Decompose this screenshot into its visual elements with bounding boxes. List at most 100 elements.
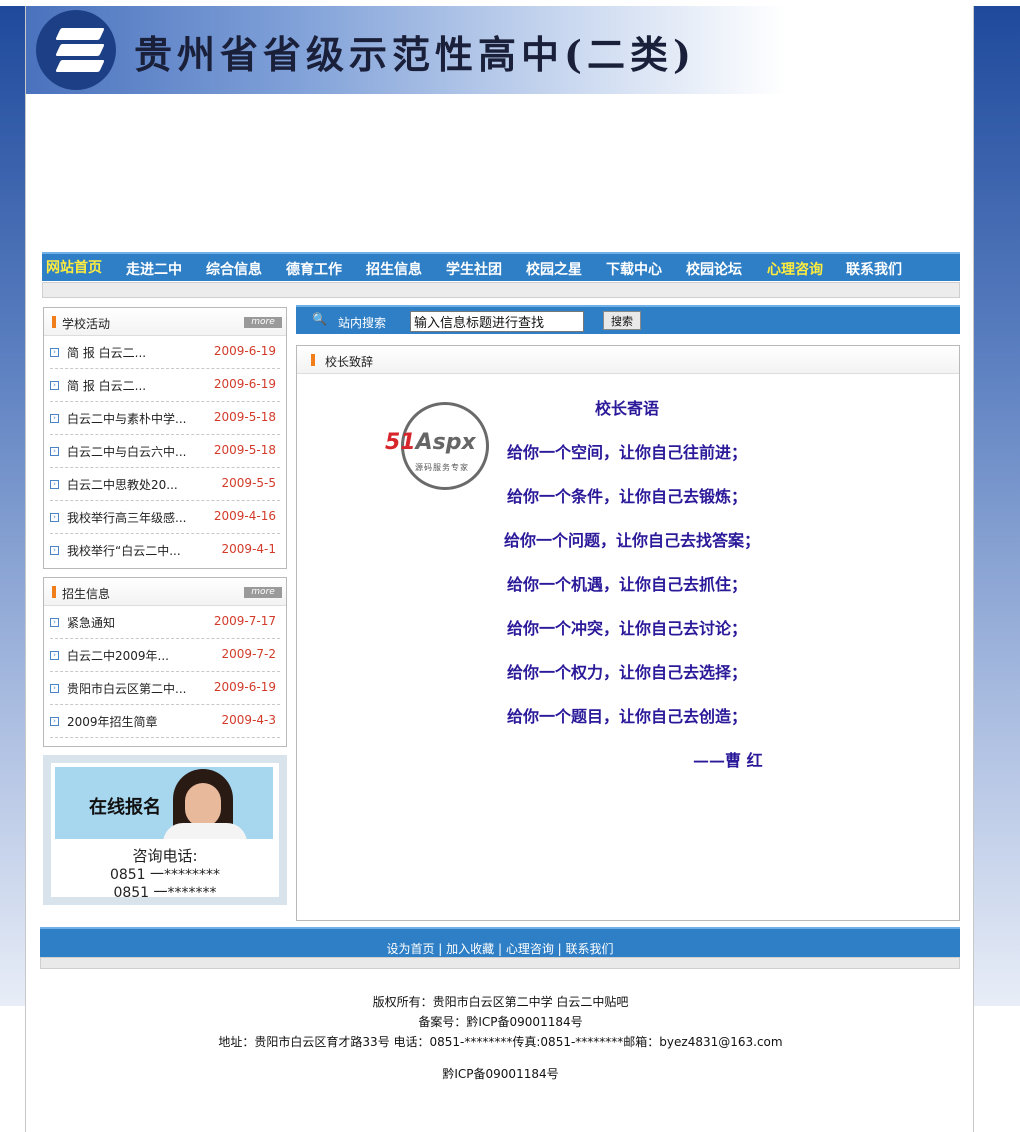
list-item-title[interactable]: 我校举行“白云二中... <box>67 542 181 559</box>
header-mark-icon <box>311 354 315 366</box>
bullet-icon: › <box>50 447 59 456</box>
bullet-icon: › <box>50 513 59 522</box>
list-item[interactable]: › 贵阳市白云区第二中... 2009-6-19 <box>50 672 280 705</box>
verse-line: 给你一个机遇，让你自己去抓住； <box>507 575 748 594</box>
page-container: 贵州省省级示范性高中(二类) 网站首页 走进二中 综合信息 德育工作 招生信息 … <box>25 6 974 1132</box>
list-item[interactable]: › 简 报 白云二... 2009-6-19 <box>50 369 280 402</box>
principal-box-header: 校长致辞 <box>297 346 959 374</box>
principal-box-title: 校长致辞 <box>325 355 374 369</box>
verse-line: 给你一个空间，让你自己往前进； <box>507 443 748 462</box>
nav-item-moral-education[interactable]: 德育工作 <box>286 259 342 279</box>
site-search-bar: 🔍 站内搜索 搜索 <box>296 305 960 334</box>
main-nav: 网站首页 走进二中 综合信息 德育工作 招生信息 学生社团 校园之星 下载中心 … <box>42 252 960 281</box>
list-item-title[interactable]: 2009年招生简章 <box>67 713 158 730</box>
operator-shirt <box>163 823 247 839</box>
list-item[interactable]: › 白云二中与素朴中学... 2009-5-18 <box>50 402 280 435</box>
header-mark-icon <box>52 316 56 328</box>
watermark-subtitle: 源码服务专家 <box>415 463 469 472</box>
bullet-icon: › <box>50 684 59 693</box>
list-item-date: 2009-5-18 <box>213 443 276 457</box>
search-icon: 🔍 <box>312 312 327 326</box>
list-item[interactable]: › 我校举行“白云二中... 2009-4-1 <box>50 534 280 567</box>
list-item[interactable]: › 紧急通知 2009-7-17 <box>50 606 280 639</box>
site-title: 贵州省省级示范性高中(二类) <box>134 32 696 77</box>
admissions-box: 招生信息 more › 紧急通知 2009-7-17 › 白云二中2009年... 20… <box>43 577 287 747</box>
watermark-logo: 51Aspx 源码服务专家 <box>385 400 505 492</box>
phone-2: 0851 一******* <box>113 885 217 901</box>
list-item[interactable]: › 白云二中思教处20... 2009-5-5 <box>50 468 280 501</box>
activities-header: 学校活动 more <box>44 308 286 336</box>
signup-inner: 在线报名 咨询电话: 0851 一******** 0851 一******* <box>51 763 279 901</box>
activities-more-button[interactable]: more <box>244 317 282 328</box>
footer-links[interactable]: 设为首页 | 加入收藏 | 心理咨询 | 联系我们 <box>40 940 960 957</box>
list-item-date: 2009-5-5 <box>221 476 276 490</box>
signup-label: 在线报名 <box>89 797 161 818</box>
principal-heading: 校长寄语 <box>595 399 660 418</box>
nav-item-admissions[interactable]: 招生信息 <box>366 259 422 279</box>
footer-bar: 设为首页 | 加入收藏 | 心理咨询 | 联系我们 <box>40 927 960 957</box>
nav-item-campus-stars[interactable]: 校园之星 <box>526 259 582 279</box>
list-item-title[interactable]: 紧急通知 <box>67 614 115 631</box>
list-item-date: 2009-4-1 <box>221 542 276 556</box>
list-item-title[interactable]: 简 报 白云二... <box>67 344 146 361</box>
header-banner: 贵州省省级示范性高中(二类) <box>26 6 786 94</box>
principal-message-box: 校长致辞 51Aspx 源码服务专家 校长寄语 给你一个空间，让你自己往前进； … <box>296 345 960 921</box>
list-item[interactable]: › 简 报 白云二... 2009-6-19 <box>50 336 280 369</box>
list-item-title[interactable]: 白云二中2009年... <box>67 647 169 664</box>
verse-line: 给你一个问题，让你自己去找答案； <box>504 531 761 550</box>
list-item[interactable]: › 白云二中2009年... 2009-7-2 <box>50 639 280 672</box>
signup-banner-image[interactable]: 在线报名 <box>55 767 273 839</box>
nav-item-about[interactable]: 走进二中 <box>126 259 182 279</box>
bullet-icon: › <box>50 717 59 726</box>
footer-icp-2[interactable]: 黔ICP备09001184号 <box>26 1065 975 1082</box>
consult-label: 咨询电话: <box>132 847 198 865</box>
list-item-date: 2009-4-3 <box>221 713 276 727</box>
nav-item-general-info[interactable]: 综合信息 <box>206 259 262 279</box>
verse-line: 给你一个权力，让你自己去选择； <box>507 663 748 682</box>
admissions-more-button[interactable]: more <box>244 587 282 598</box>
list-item-title[interactable]: 白云二中与素朴中学... <box>67 410 186 427</box>
bullet-icon: › <box>50 618 59 627</box>
list-item-date: 2009-7-17 <box>213 614 276 628</box>
search-label: 站内搜索 <box>338 316 387 330</box>
school-logo-icon <box>36 10 116 90</box>
phone-1: 0851 一******** <box>109 867 221 883</box>
nav-item-counseling[interactable]: 心理咨询 <box>767 259 823 279</box>
list-item[interactable]: › 我校举行高三年级感... 2009-4-16 <box>50 501 280 534</box>
nav-item-contact[interactable]: 联系我们 <box>846 259 902 279</box>
search-input[interactable] <box>410 311 584 332</box>
verse-line: 给你一个条件，让你自己去锻炼； <box>507 487 748 506</box>
admissions-title: 招生信息 <box>62 587 111 601</box>
list-item-title[interactable]: 我校举行高三年级感... <box>67 509 186 526</box>
bullet-icon: › <box>50 381 59 390</box>
footer-icp: 备案号：黔ICP备09001184号 <box>418 1015 583 1029</box>
nav-subbar <box>42 282 960 298</box>
list-item-title[interactable]: 贵阳市白云区第二中... <box>67 680 186 697</box>
list-item-title[interactable]: 简 报 白云二... <box>67 377 146 394</box>
header-mark-icon <box>52 586 56 598</box>
footer-copyright: 版权所有：贵阳市白云区第二中学 白云二中贴吧 <box>372 995 629 1009</box>
admissions-header: 招生信息 more <box>44 578 286 606</box>
list-item[interactable]: › 白云二中与白云六中... 2009-5-18 <box>50 435 280 468</box>
list-item-title[interactable]: 白云二中与白云六中... <box>67 443 186 460</box>
nav-item-clubs[interactable]: 学生社团 <box>446 259 502 279</box>
list-item-date: 2009-6-19 <box>213 680 276 694</box>
list-item[interactable]: › 2009年招生简章 2009-4-3 <box>50 705 280 738</box>
activities-title: 学校活动 <box>62 317 111 331</box>
nav-item-forum[interactable]: 校园论坛 <box>686 259 742 279</box>
list-item-date: 2009-5-18 <box>213 410 276 424</box>
watermark-brand-grey: Aspx <box>415 430 476 455</box>
principal-signature: ——曹 红 <box>693 751 763 770</box>
list-item-date: 2009-4-16 <box>213 509 276 523</box>
online-signup-box[interactable]: 在线报名 咨询电话: 0851 一******** 0851 一******* <box>43 755 287 905</box>
search-button[interactable]: 搜索 <box>603 311 641 330</box>
nav-item-downloads[interactable]: 下载中心 <box>606 259 662 279</box>
bullet-icon: › <box>50 546 59 555</box>
verse-line: 给你一个冲突，让你自己去讨论； <box>507 619 748 638</box>
verse-line: 给你一个题目，让你自己去创造； <box>507 707 748 726</box>
nav-item-home[interactable]: 网站首页 <box>46 257 102 277</box>
bullet-icon: › <box>50 480 59 489</box>
list-item-title[interactable]: 白云二中思教处20... <box>67 476 178 493</box>
list-item-date: 2009-6-19 <box>213 344 276 358</box>
bullet-icon: › <box>50 414 59 423</box>
